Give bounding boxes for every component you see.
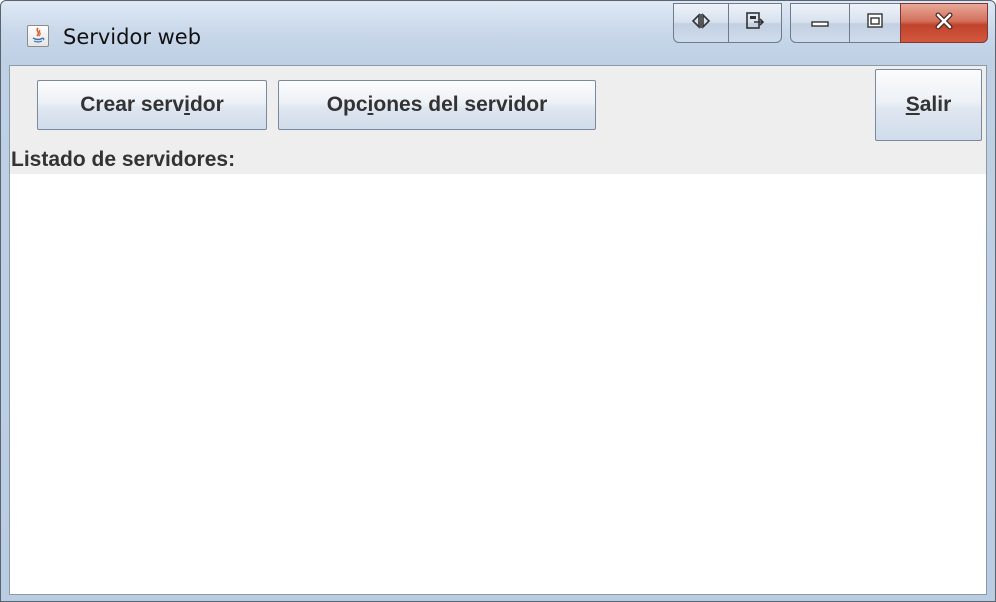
window-title: Servidor web (63, 25, 202, 49)
exit-button[interactable]: Salir (875, 69, 982, 141)
content-panel: Crear servidor Opciones del servidor Sal… (9, 65, 987, 595)
exit-label: Salir (905, 93, 952, 116)
app-window: Servidor web Crear servidor Opciones del… (0, 0, 996, 602)
toolbar: Crear servidor Opciones del servidor Sal… (10, 66, 986, 174)
java-icon[interactable] (27, 25, 49, 47)
ruler-button[interactable] (673, 3, 729, 43)
server-options-label: Opciones del servidor (326, 93, 548, 116)
maximize-button[interactable] (849, 3, 901, 43)
minimize-icon (808, 13, 832, 34)
close-icon (931, 11, 957, 36)
server-options-button[interactable]: Opciones del servidor (278, 80, 596, 130)
server-list[interactable] (10, 174, 986, 594)
server-list-label: Listado de servidores: (11, 148, 236, 171)
maximize-icon (864, 12, 886, 35)
create-server-button[interactable]: Crear servidor (37, 80, 267, 130)
title-bar[interactable]: Servidor web (1, 1, 995, 65)
minimize-button[interactable] (790, 3, 850, 43)
export-button[interactable] (728, 3, 782, 43)
close-button[interactable] (900, 3, 988, 43)
export-icon (744, 11, 766, 36)
ruler-icon (688, 12, 714, 35)
create-server-label: Crear servidor (80, 93, 224, 116)
